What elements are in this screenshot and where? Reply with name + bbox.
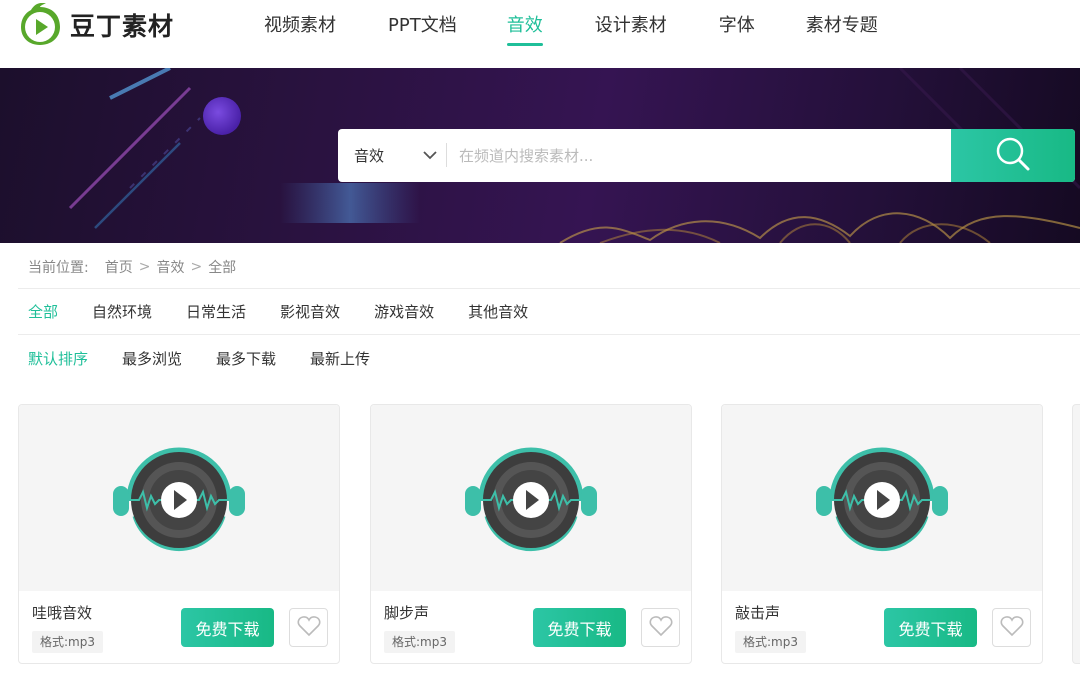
logo[interactable]: 豆丁素材 [18,2,174,48]
heart-icon [649,615,673,641]
free-download-button[interactable]: 免费下载 [884,608,977,647]
format-badge: 格式: mp3 [32,631,103,653]
sound-title[interactable]: 哇哦音效 [32,602,92,623]
format-badge: 格式: mp3 [735,631,806,653]
sound-thumbnail[interactable] [371,405,691,591]
audio-disc-icon [113,447,245,551]
format-value: mp3 [68,635,95,649]
filter-all[interactable]: 全部 [28,301,58,322]
sound-card: 哇哦音效 格式: mp3 免费下载 [18,404,340,664]
sound-thumbnail[interactable] [19,405,339,591]
sound-thumbnail[interactable] [722,405,1042,591]
filter-other[interactable]: 其他音效 [468,301,528,322]
heart-icon [1000,615,1024,641]
sound-card: 脚步声 格式: mp3 免费下载 [370,404,692,664]
breadcrumb: 当前位置: 首页 > 音效 > 全部 [28,257,236,277]
heart-icon [297,615,321,641]
sound-title[interactable]: 敲击声 [735,602,780,623]
nav-item-ppt[interactable]: PPT文档 [388,0,457,52]
breadcrumb-current: 全部 [208,260,237,276]
format-label: 格式: [40,635,69,649]
filter-daily-life[interactable]: 日常生活 [186,301,246,322]
breadcrumb-label: 当前位置: [28,260,89,276]
search-banner: 音效 [0,68,1080,243]
favorite-button[interactable] [641,608,680,647]
sort-newest[interactable]: 最新上传 [310,348,370,369]
chevron-down-icon [422,147,438,167]
nav-item-font[interactable]: 字体 [719,0,755,52]
search-category-label: 音效 [354,147,385,165]
divider [18,288,1080,289]
breadcrumb-separator: > [138,259,151,275]
sort-most-viewed[interactable]: 最多浏览 [122,348,182,369]
search-bar: 音效 [338,129,1075,182]
nav-item-sound[interactable]: 音效 [506,0,543,52]
search-input[interactable] [447,129,951,182]
format-value: mp3 [420,635,447,649]
sort-filter: 默认排序 最多浏览 最多下载 最新上传 [28,348,404,369]
divider [18,334,1080,335]
format-badge: 格式: mp3 [384,631,455,653]
audio-disc-icon [816,447,948,551]
main-nav: 视频素材 PPT文档 音效 设计素材 字体 素材专题 [242,0,878,52]
search-button[interactable] [951,129,1075,182]
logo-play-icon [18,2,62,47]
format-label: 格式: [392,635,421,649]
site-header: 豆丁素材 视频素材 PPT文档 音效 设计素材 字体 素材专题 [0,0,1080,68]
format-label: 格式: [743,635,772,649]
audio-disc-icon [465,447,597,551]
sort-default[interactable]: 默认排序 [28,348,88,369]
nav-item-topics[interactable]: 素材专题 [806,0,878,52]
breadcrumb-sound[interactable]: 音效 [156,257,184,277]
sound-card-partial[interactable] [1072,404,1080,664]
filter-film[interactable]: 影视音效 [280,301,340,322]
breadcrumb-separator: > [190,259,203,275]
favorite-button[interactable] [289,608,328,647]
free-download-button[interactable]: 免费下载 [181,608,274,647]
free-download-button[interactable]: 免费下载 [533,608,626,647]
filter-game[interactable]: 游戏音效 [374,301,434,322]
brand-name: 豆丁素材 [70,12,175,41]
nav-item-design[interactable]: 设计素材 [595,0,667,52]
nav-item-video[interactable]: 视频素材 [264,0,336,52]
format-value: mp3 [771,635,798,649]
sound-card: 敲击声 格式: mp3 免费下载 [721,404,1043,664]
filter-nature[interactable]: 自然环境 [92,301,152,322]
category-filter: 全部 自然环境 日常生活 影视音效 游戏音效 其他音效 [28,301,562,322]
sort-most-downloaded[interactable]: 最多下载 [216,348,276,369]
search-category-select[interactable]: 音效 [338,129,446,182]
favorite-button[interactable] [992,608,1031,647]
breadcrumb-home[interactable]: 首页 [105,257,133,277]
sound-title[interactable]: 脚步声 [384,602,429,623]
search-icon [994,135,1032,177]
